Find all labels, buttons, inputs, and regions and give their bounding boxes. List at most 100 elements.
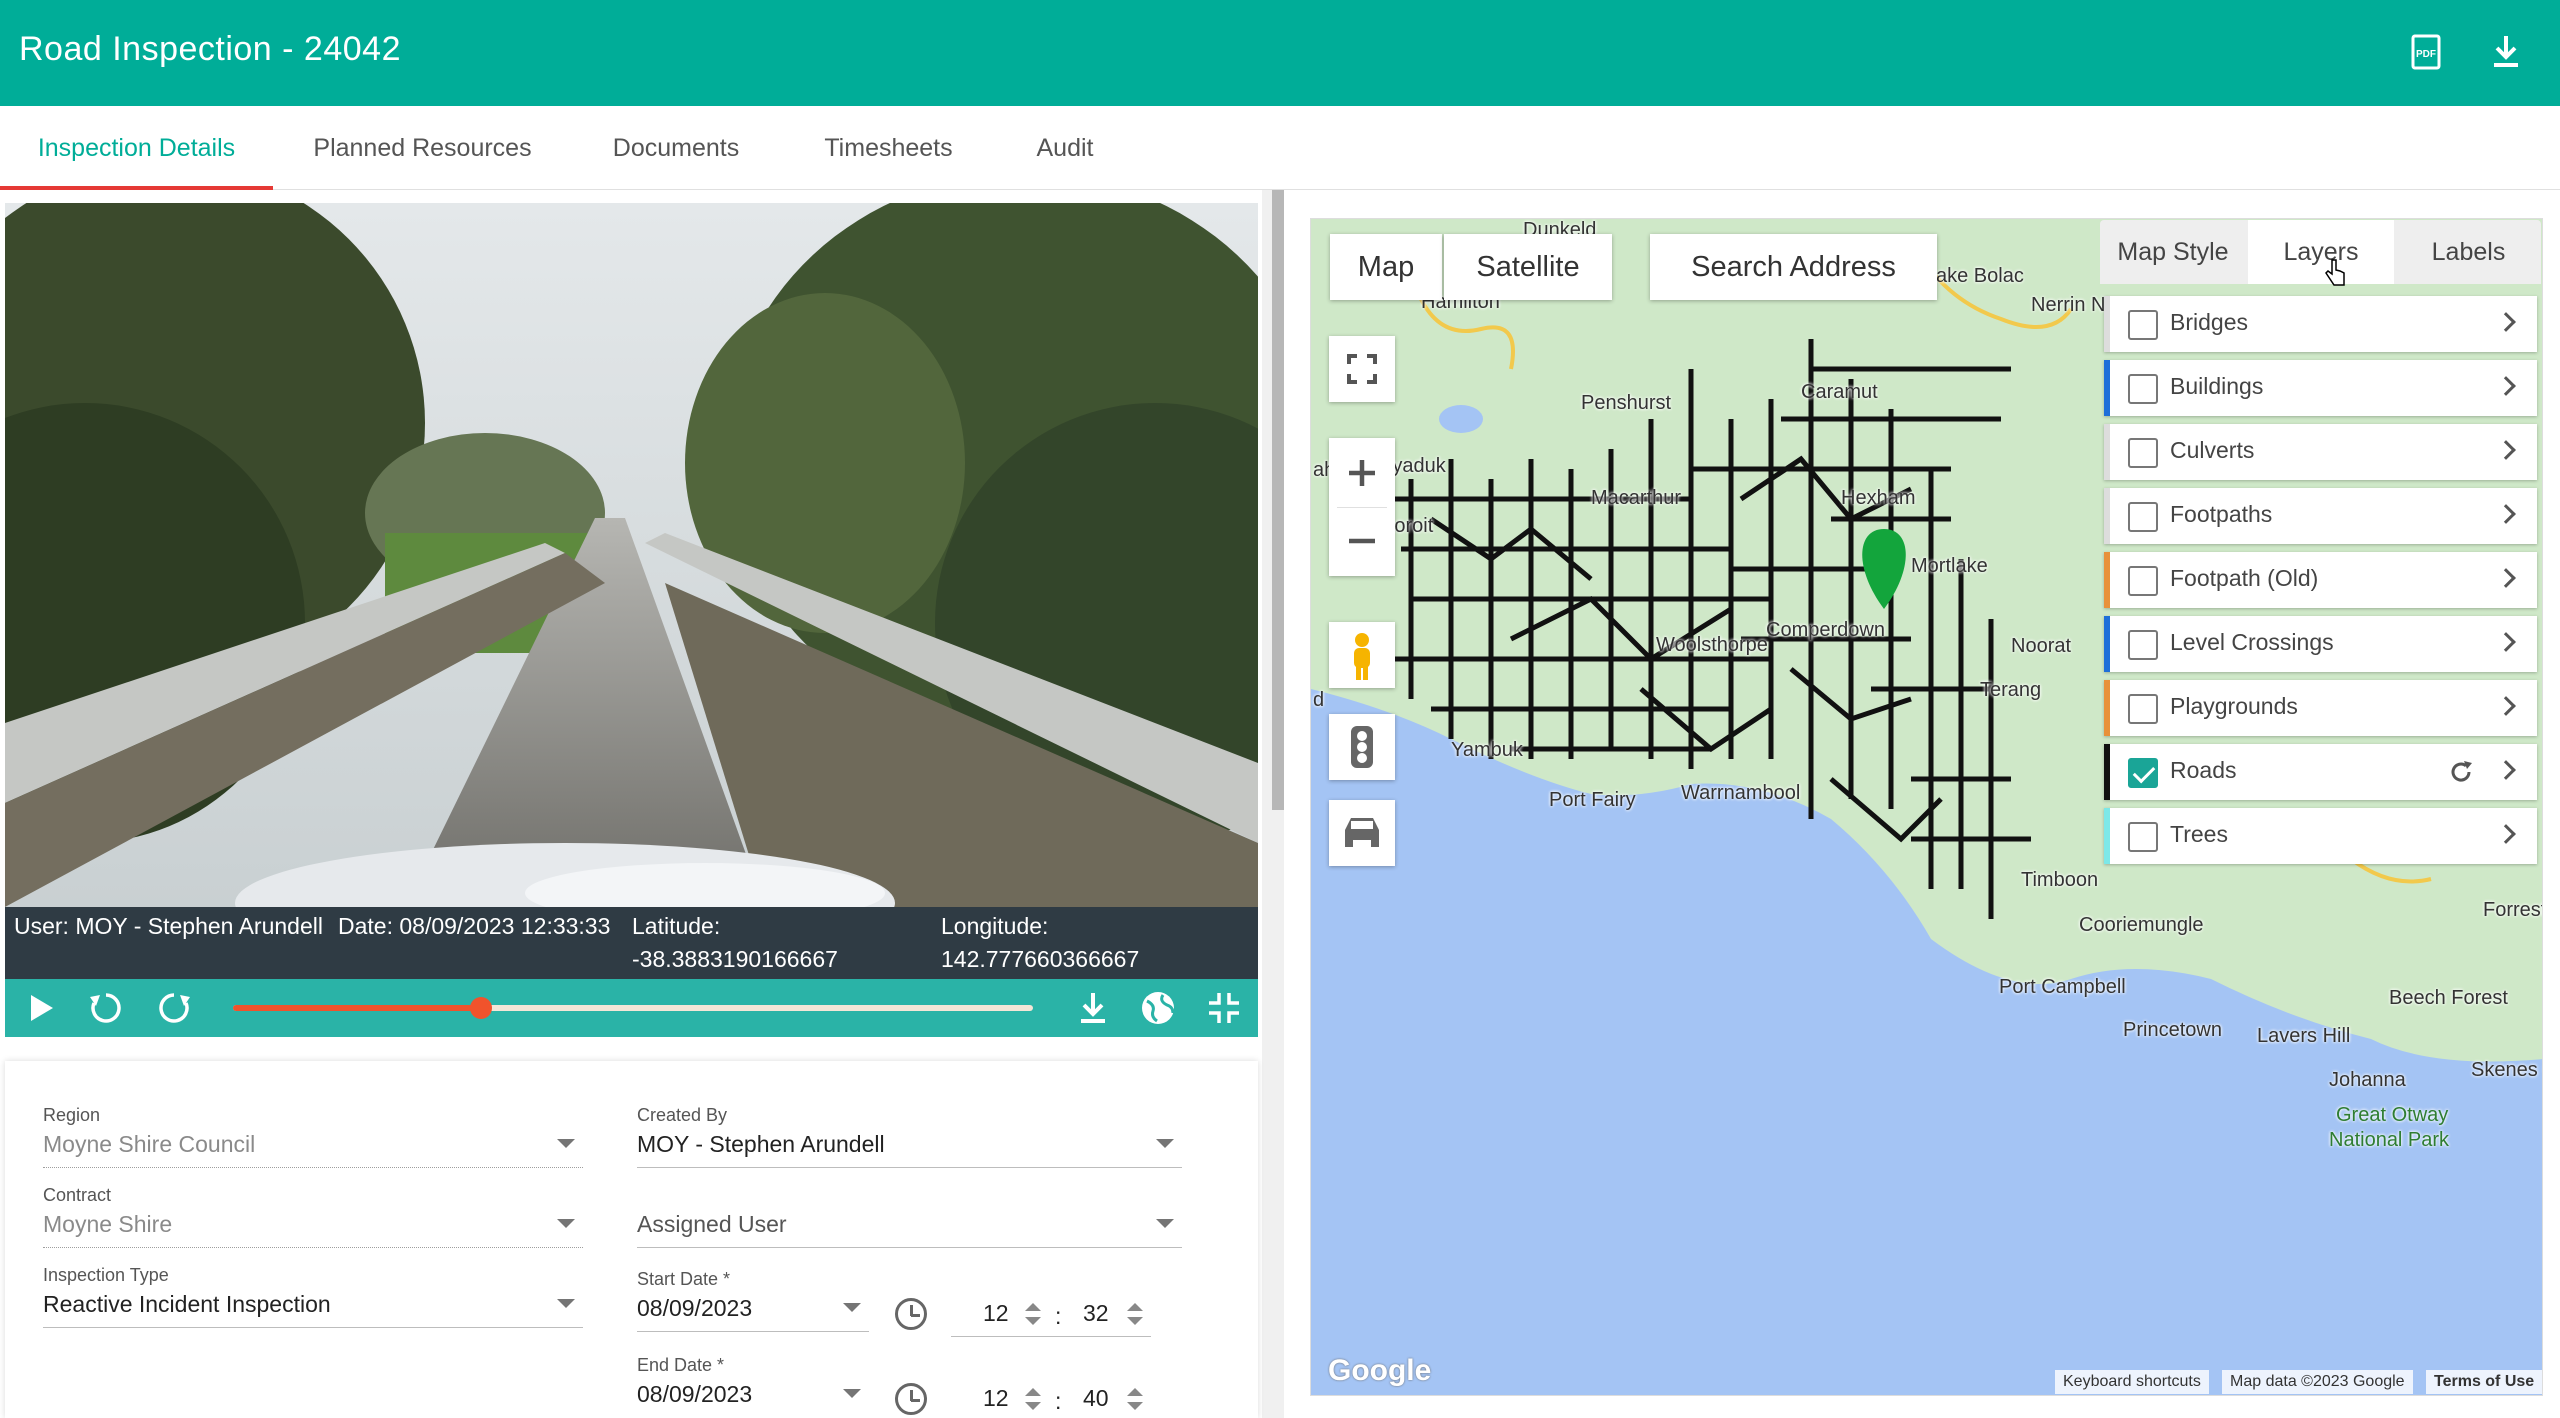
- chevron-down-icon: [843, 1303, 861, 1312]
- download-icon[interactable]: [2484, 30, 2528, 74]
- longitude-value: 142.777660366667: [941, 946, 1140, 972]
- place-label: Macarthur: [1591, 487, 1682, 509]
- pdf-icon[interactable]: PDF: [2405, 30, 2449, 74]
- tab-planned-resources[interactable]: Planned Resources: [300, 106, 545, 190]
- cursor-hand-icon: [2325, 259, 2345, 286]
- zoom-in-icon[interactable]: [1329, 438, 1395, 507]
- place-label: Terang: [1980, 679, 2042, 701]
- chevron-down-icon: [557, 1219, 575, 1228]
- layer-name: Playgrounds: [2170, 693, 2298, 719]
- rewind-icon[interactable]: [85, 987, 127, 1029]
- start-hour-stepper[interactable]: [1025, 1301, 1041, 1327]
- contract-value: Moyne Shire: [43, 1211, 173, 1237]
- zoom-out-icon[interactable]: [1329, 507, 1395, 576]
- layer-row-roads[interactable]: Roads: [2104, 744, 2537, 800]
- place-label: Timboon: [2021, 869, 2099, 891]
- place-label: Princetown: [2123, 1019, 2222, 1041]
- map-view-button[interactable]: Map: [1330, 234, 1442, 300]
- chevron-right-icon[interactable]: [2496, 376, 2516, 396]
- time-separator: :: [1055, 1303, 1062, 1329]
- layer-row-footpath-old[interactable]: Footpath (Old): [2104, 552, 2537, 608]
- place-label: Mortlake: [1911, 555, 1988, 577]
- layer-checkbox[interactable]: [2128, 502, 2158, 532]
- collapse-icon[interactable]: [1203, 987, 1245, 1029]
- chevron-right-icon[interactable]: [2496, 312, 2516, 332]
- fullscreen-icon[interactable]: [1329, 336, 1395, 402]
- tab-inspection-details[interactable]: Inspection Details: [0, 106, 273, 190]
- latitude-value: -38.3883190166667: [632, 946, 838, 972]
- car-icon[interactable]: [1329, 800, 1395, 866]
- download-icon[interactable]: [1072, 987, 1114, 1029]
- layer-checkbox[interactable]: [2128, 374, 2158, 404]
- tab-documents[interactable]: Documents: [588, 106, 764, 190]
- layer-row-trees[interactable]: Trees: [2104, 808, 2537, 864]
- layer-row-bridges[interactable]: Bridges: [2104, 296, 2537, 352]
- place-label: d: [1313, 689, 1325, 711]
- street-view-pegman-icon[interactable]: [1329, 622, 1395, 688]
- layer-row-footpaths[interactable]: Footpaths: [2104, 488, 2537, 544]
- chevron-right-icon[interactable]: [2496, 696, 2516, 716]
- layer-row-culverts[interactable]: Culverts: [2104, 424, 2537, 480]
- layer-checkbox[interactable]: [2128, 566, 2158, 596]
- traffic-icon[interactable]: [1329, 714, 1395, 780]
- chevron-right-icon[interactable]: [2496, 760, 2516, 780]
- chevron-right-icon[interactable]: [2496, 632, 2516, 652]
- layer-row-playgrounds[interactable]: Playgrounds: [2104, 680, 2537, 736]
- chevron-right-icon[interactable]: [2496, 440, 2516, 460]
- place-label: Penshurst: [1581, 392, 1672, 414]
- layer-checkbox[interactable]: [2128, 758, 2158, 788]
- place-label: Noorat: [2011, 635, 2072, 657]
- terms-of-use-link[interactable]: Terms of Use: [2426, 1370, 2543, 1394]
- place-label: Cooriemungle: [2079, 914, 2204, 936]
- video-date: Date: 08/09/2023 12:33:33: [338, 913, 611, 939]
- chevron-right-icon[interactable]: [2496, 504, 2516, 524]
- video-controls: [5, 979, 1258, 1037]
- satellite-view-button[interactable]: Satellite: [1444, 234, 1612, 300]
- place-label: Caramut: [1801, 381, 1878, 403]
- end-hour-stepper[interactable]: [1025, 1386, 1041, 1412]
- layer-checkbox[interactable]: [2128, 630, 2158, 660]
- svg-text:PDF: PDF: [2416, 49, 2436, 60]
- tab-layers[interactable]: Layers: [2248, 220, 2394, 284]
- layer-checkbox[interactable]: [2128, 822, 2158, 852]
- play-icon[interactable]: [19, 987, 61, 1029]
- layer-name: Roads: [2170, 757, 2237, 783]
- layer-row-level-crossings[interactable]: Level Crossings: [2104, 616, 2537, 672]
- refresh-icon[interactable]: [2447, 758, 2475, 786]
- clock-icon[interactable]: [895, 1383, 927, 1415]
- layer-checkbox[interactable]: [2128, 310, 2158, 340]
- end-minute[interactable]: 40: [1083, 1385, 1109, 1412]
- scrollbar-thumb[interactable]: [1272, 190, 1284, 810]
- panel-scrollbar[interactable]: [1262, 190, 1284, 1418]
- layer-checkbox[interactable]: [2128, 694, 2158, 724]
- chevron-right-icon[interactable]: [2496, 824, 2516, 844]
- start-minute-stepper[interactable]: [1127, 1301, 1143, 1327]
- progress-knob[interactable]: [470, 997, 492, 1019]
- place-label: Johanna: [2329, 1069, 2406, 1091]
- place-label: Nerrin N: [2031, 294, 2106, 316]
- app-header: Road Inspection - 24042 PDF: [0, 0, 2560, 106]
- keyboard-shortcuts-link[interactable]: Keyboard shortcuts: [2055, 1370, 2209, 1394]
- start-hour[interactable]: 12: [983, 1300, 1009, 1327]
- chevron-down-icon: [557, 1139, 575, 1148]
- start-minute[interactable]: 32: [1083, 1300, 1109, 1327]
- end-minute-stepper[interactable]: [1127, 1386, 1143, 1412]
- forward-icon[interactable]: [153, 987, 195, 1029]
- place-label: Skenes Cre: [2471, 1059, 2542, 1081]
- end-hour[interactable]: 12: [983, 1385, 1009, 1412]
- start-date-label: Start Date *: [637, 1269, 731, 1289]
- tab-timesheets[interactable]: Timesheets: [800, 106, 977, 190]
- globe-icon[interactable]: [1137, 987, 1179, 1029]
- search-address-button[interactable]: Search Address: [1650, 234, 1937, 300]
- tab-audit[interactable]: Audit: [1010, 106, 1120, 190]
- video-progress-slider[interactable]: [233, 997, 1033, 1019]
- google-logo: Google: [1328, 1354, 1432, 1387]
- layer-row-buildings[interactable]: Buildings: [2104, 360, 2537, 416]
- clock-icon[interactable]: [895, 1298, 927, 1330]
- tab-labels[interactable]: Labels: [2396, 220, 2541, 284]
- layer-checkbox[interactable]: [2128, 438, 2158, 468]
- chevron-right-icon[interactable]: [2496, 568, 2516, 588]
- tab-map-style[interactable]: Map Style: [2100, 220, 2246, 284]
- tab-bar: Inspection Details Planned Resources Doc…: [0, 106, 2560, 190]
- place-label: Yambuk: [1451, 739, 1523, 761]
